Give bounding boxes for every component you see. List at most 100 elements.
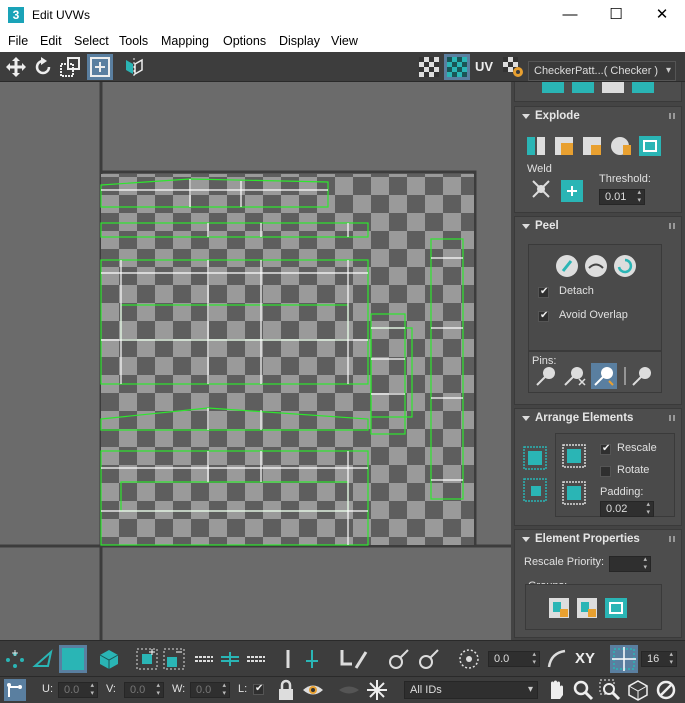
peel-mode-buttons[interactable]: [555, 253, 637, 279]
w-spinner[interactable]: 0.0: [190, 682, 230, 698]
grid-subdivision-spinner[interactable]: 16: [641, 651, 677, 667]
texture-settings-icon[interactable]: [502, 56, 524, 78]
grip-icon[interactable]: [669, 415, 675, 421]
polygon-mode-icon[interactable]: [59, 645, 87, 673]
menu-bar: File Edit Select Tools Mapping Options D…: [0, 30, 685, 52]
maximize-button[interactable]: ☐: [593, 0, 639, 30]
edge-mode-icon[interactable]: [32, 648, 54, 670]
rotate-angle-spinner[interactable]: 0.0: [488, 651, 540, 667]
snap-grid-icon[interactable]: [610, 645, 638, 673]
threshold-label: Threshold:: [599, 173, 651, 185]
peel-icon: [585, 255, 607, 277]
padding-label: Padding:: [600, 486, 644, 498]
menu-mapping[interactable]: Mapping: [161, 34, 209, 48]
pack-buttons-left[interactable]: [522, 445, 550, 505]
pack-custom-buttons[interactable]: [562, 444, 588, 508]
weld-buttons[interactable]: [529, 177, 589, 205]
zoom-extents-icon[interactable]: [627, 679, 649, 701]
unhide-icon[interactable]: [338, 679, 360, 701]
freeform-mode-icon[interactable]: [87, 54, 113, 80]
detach-label: Detach: [559, 285, 594, 297]
rotate-icon[interactable]: [32, 56, 54, 78]
u-spinner[interactable]: 0.0: [58, 682, 98, 698]
vertex-mode-icon[interactable]: [4, 648, 26, 670]
uv-viewport[interactable]: [0, 82, 511, 640]
checker-texture: [101, 174, 474, 545]
pan-hand-icon[interactable]: [545, 679, 567, 701]
rotate-checkbox[interactable]: [600, 466, 611, 477]
close-button[interactable]: ✕: [639, 0, 685, 30]
minimize-button[interactable]: —: [547, 0, 593, 30]
rescale-priority-spinner[interactable]: [609, 556, 651, 572]
paint-select-icons[interactable]: [387, 648, 443, 670]
v-label: V:: [106, 683, 116, 695]
checker-map-icon[interactable]: [418, 56, 440, 78]
menu-view[interactable]: View: [331, 34, 358, 48]
rescale-priority-label: Rescale Priority:: [524, 556, 605, 568]
peel-title[interactable]: Peel: [535, 220, 559, 232]
grip-icon[interactable]: [669, 113, 675, 119]
material-ids-dropdown[interactable]: All IDs: [404, 681, 538, 699]
group-selected-icon: [549, 598, 569, 618]
menu-file[interactable]: File: [8, 34, 28, 48]
texture-dropdown[interactable]: CheckerPatt...( Checker ): [528, 61, 676, 81]
v-spinner[interactable]: 0.0: [124, 682, 164, 698]
xy-toggle[interactable]: XY: [575, 650, 595, 667]
rotate-by-angle-icon[interactable]: [458, 648, 480, 670]
menu-options[interactable]: Options: [223, 34, 266, 48]
arrange-elements-title[interactable]: Arrange Elements: [535, 412, 633, 424]
explode-buttons[interactable]: [525, 133, 665, 159]
group-pack-icon: [562, 481, 586, 505]
loop-ring-icons[interactable]: [193, 648, 265, 670]
menu-tools[interactable]: Tools: [119, 34, 148, 48]
menu-select[interactable]: Select: [74, 34, 109, 48]
status-toolbar: U: 0.0 V: 0.0 W: 0.0 L: All IDs: [0, 676, 685, 703]
shrink-selection-icon[interactable]: [163, 648, 185, 670]
quick-transform-icons[interactable]: [540, 82, 660, 95]
explode-title[interactable]: Explode: [535, 110, 580, 122]
pins-buttons[interactable]: [533, 363, 661, 389]
collapse-triangle-icon[interactable]: [522, 537, 530, 542]
uv-label[interactable]: UV: [475, 59, 493, 74]
flatten-by-smoothing-icon: [555, 137, 573, 155]
main-toolbar: UV CheckerPatt...( Checker ): [0, 52, 685, 82]
zoom-icon[interactable]: [572, 679, 594, 701]
groups-groupbox: [525, 584, 662, 630]
menu-edit[interactable]: Edit: [40, 34, 62, 48]
collapse-triangle-icon[interactable]: [522, 416, 530, 421]
collapse-triangle-icon[interactable]: [522, 114, 530, 119]
quick-peel-icon: [556, 255, 578, 277]
avoid-overlap-checkbox[interactable]: [538, 310, 549, 322]
groups-buttons[interactable]: [548, 595, 640, 621]
show-map-icon[interactable]: [444, 54, 470, 80]
uv-canvas[interactable]: [0, 82, 511, 640]
move-icon[interactable]: [5, 56, 27, 78]
zoom-region-icon[interactable]: [599, 679, 621, 701]
weld-selected-icon: [532, 180, 550, 198]
element-mode-icon[interactable]: [98, 648, 120, 670]
rescale-checkbox[interactable]: [600, 443, 611, 455]
rotate-curve-icon[interactable]: [546, 648, 568, 670]
detach-checkbox[interactable]: [538, 286, 549, 298]
edge-loop-icons[interactable]: [278, 648, 368, 670]
settings-icon[interactable]: [655, 679, 677, 701]
lock-icon[interactable]: [275, 679, 297, 701]
freeform-gizmo-icon[interactable]: [4, 679, 26, 701]
scale-icon[interactable]: [59, 56, 81, 78]
pack-custom-icon: [562, 444, 586, 468]
hide-icon[interactable]: [302, 679, 324, 701]
collapse-triangle-icon[interactable]: [522, 224, 530, 229]
grip-icon[interactable]: [669, 536, 675, 542]
padding-spinner[interactable]: 0.02: [600, 501, 654, 517]
mirror-icon[interactable]: [123, 56, 145, 78]
l-checkbox[interactable]: [253, 683, 264, 695]
threshold-spinner[interactable]: 0.01: [599, 189, 645, 205]
arrange-groupbox: Rescale Rotate Padding: 0.02: [555, 433, 675, 517]
element-properties-title[interactable]: Element Properties: [535, 533, 640, 545]
grow-selection-icon[interactable]: [136, 648, 158, 670]
grip-icon[interactable]: [669, 223, 675, 229]
freeze-icon[interactable]: [366, 679, 388, 701]
menu-display[interactable]: Display: [279, 34, 320, 48]
break-icon: [527, 137, 545, 155]
rescale-label: Rescale: [617, 442, 657, 454]
